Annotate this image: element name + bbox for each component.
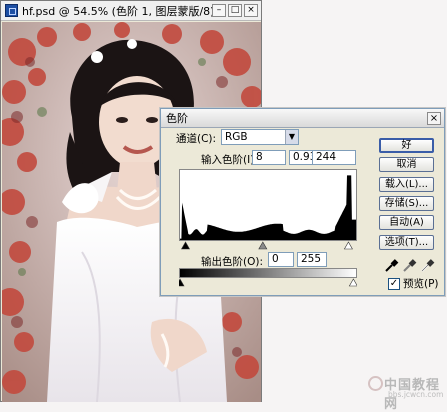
black-point-eyedropper-icon[interactable] [383,258,399,274]
channel-label: 通道(C): [176,133,217,145]
input-white-slider-handle[interactable] [343,241,353,250]
auto-button[interactable]: 自动(A) [379,215,434,230]
document-title: hf.psd @ 54.5% (色阶 1, 图层蒙版/8) [22,4,215,18]
levels-histogram [179,169,357,241]
input-levels-label: 输入色阶(I): [201,154,258,166]
photoshop-document-icon [5,4,18,17]
gray-point-eyedropper-icon[interactable] [401,258,417,274]
output-white-slider-handle[interactable] [348,278,357,287]
document-titlebar[interactable]: hf.psd @ 54.5% (色阶 1, 图层蒙版/8) – □ × [1,1,261,21]
histogram-shape [180,175,356,240]
site-watermark: 中国教程网 bbs.jcwcn.com [366,372,446,412]
levels-dialog-title: 色阶 [166,112,188,125]
close-icon[interactable]: × [244,4,258,17]
levels-dialog: 色阶 × 通道(C): RGB ▼ 输入色阶(I): 8 0.93 244 输出… [160,108,445,296]
channel-select[interactable]: RGB ▼ [221,129,299,145]
save-button[interactable]: 存储(S)... [379,196,434,211]
output-gradient-bar [179,268,357,278]
ok-button[interactable]: 好 [379,138,434,153]
levels-dialog-titlebar[interactable]: 色阶 [161,109,444,128]
preview-checkbox-row[interactable]: ✓ 预览(P) [388,276,439,291]
output-levels-slider[interactable] [179,278,357,288]
input-gamma-slider-handle[interactable] [258,241,268,250]
watermark-logo-icon [368,376,383,391]
output-white-field[interactable]: 255 [297,252,327,267]
input-black-field[interactable]: 8 [252,150,286,165]
white-point-eyedropper-icon[interactable] [419,258,435,274]
maximize-icon[interactable]: □ [228,4,242,17]
input-white-field[interactable]: 244 [312,150,356,165]
preview-checkbox[interactable]: ✓ [388,277,400,290]
chevron-down-icon[interactable]: ▼ [285,130,298,144]
load-button[interactable]: 载入(L)... [379,177,434,192]
watermark-url: bbs.jcwcn.com [388,390,444,399]
input-black-slider-handle[interactable] [181,241,191,250]
output-black-field[interactable]: 0 [268,252,294,267]
output-black-slider-handle[interactable] [179,278,185,287]
channel-select-value: RGB [225,131,248,143]
minimize-icon[interactable]: – [212,4,226,17]
input-levels-slider[interactable] [179,241,357,251]
cancel-button[interactable]: 取消 [379,157,434,172]
histogram-graph [180,175,356,240]
options-button[interactable]: 选项(T)... [379,235,434,250]
dialog-close-icon[interactable]: × [427,112,441,125]
output-levels-label: 输出色阶(O): [201,256,263,268]
preview-label: 预览(P) [403,278,439,290]
